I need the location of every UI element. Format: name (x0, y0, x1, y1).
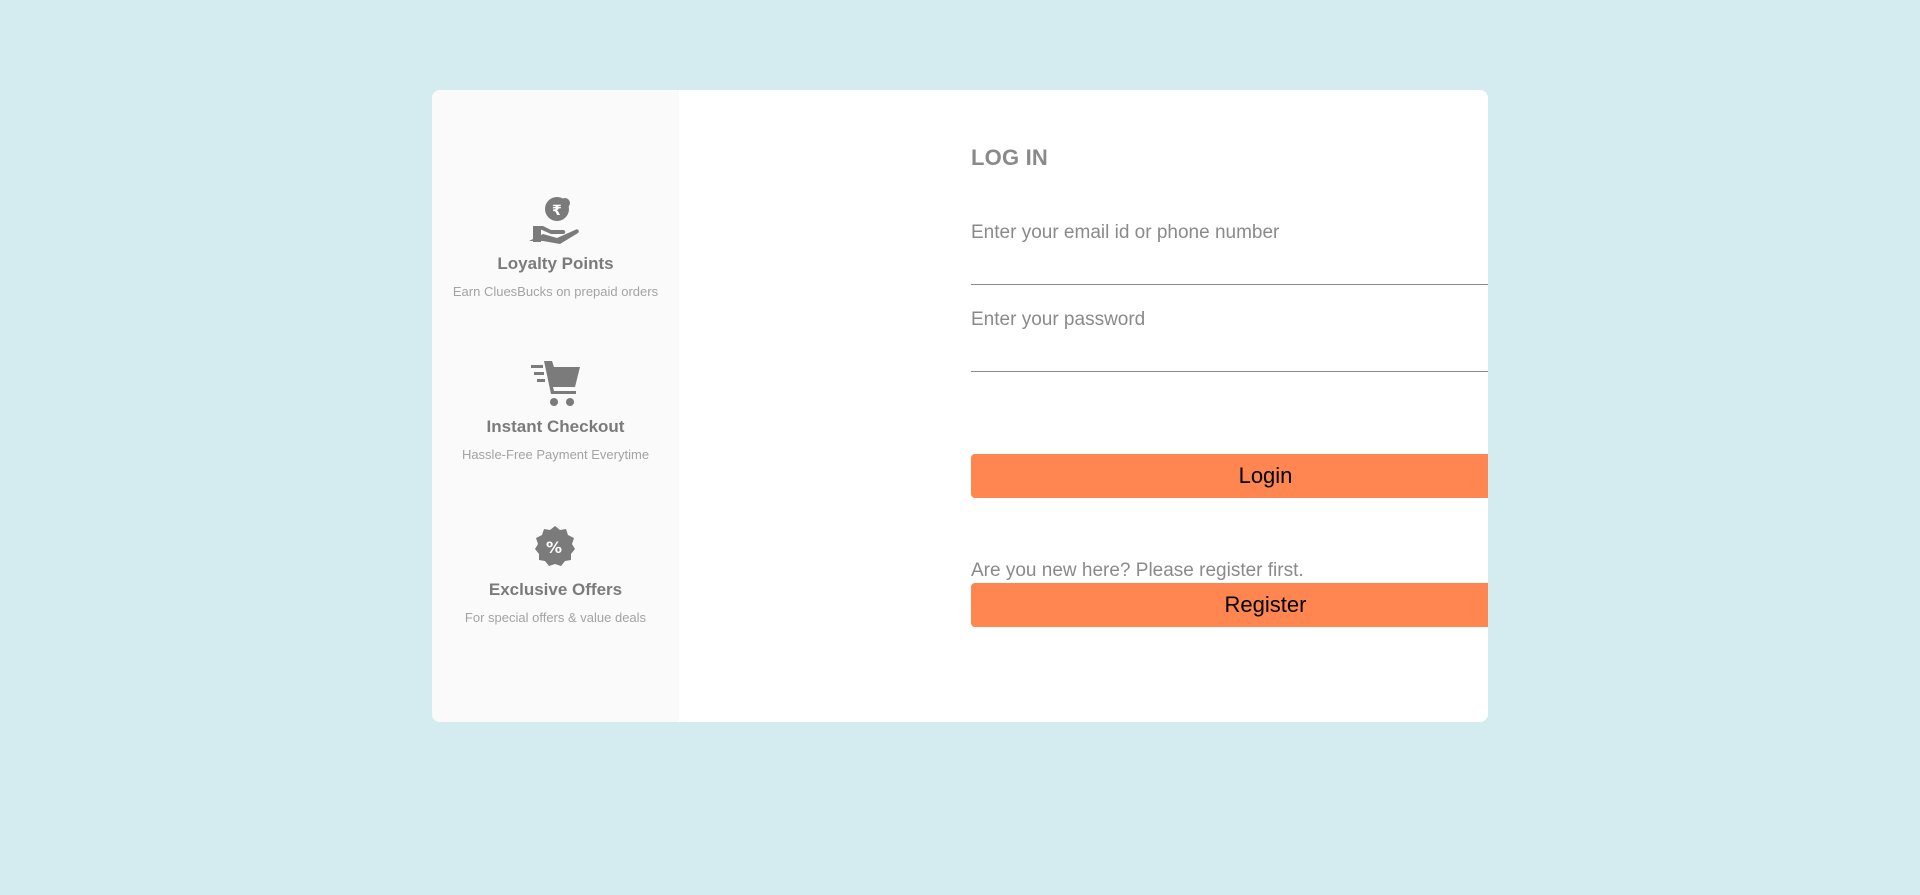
benefit-description: For special offers & value deals (464, 610, 647, 625)
register-button[interactable]: Register (971, 583, 1488, 627)
login-card: ₹ Loyalty Points Earn CluesBucks on prep… (432, 90, 1488, 722)
shopping-cart-icon (530, 357, 582, 409)
benefit-title: Exclusive Offers (488, 580, 623, 599)
benefit-title: Loyalty Points (497, 254, 614, 273)
benefit-description: Earn CluesBucks on prepaid orders (452, 284, 659, 299)
login-form: LOG IN Enter your email id or phone numb… (679, 90, 1488, 722)
page-title: LOG IN (971, 145, 1048, 170)
benefit-loyalty-points: ₹ Loyalty Points Earn CluesBucks on prep… (453, 194, 658, 357)
benefit-description: Hassle-Free Payment Everytime (461, 447, 650, 462)
benefit-instant-checkout: Instant Checkout Hassle-Free Payment Eve… (462, 357, 649, 520)
rupee-hand-icon: ₹ (529, 194, 581, 246)
password-label: Enter your password (971, 309, 1146, 330)
email-field[interactable] (971, 250, 1488, 285)
discount-badge-icon: % (529, 520, 581, 572)
benefit-exclusive-offers: % Exclusive Offers For special offers & … (465, 520, 646, 683)
password-field[interactable] (971, 337, 1488, 372)
svg-text:₹: ₹ (552, 203, 562, 219)
svg-text:%: % (546, 538, 562, 557)
register-prompt: Are you new here? Please register first. (971, 560, 1304, 581)
email-label: Enter your email id or phone number (971, 222, 1280, 243)
benefit-title: Instant Checkout (486, 417, 625, 436)
benefits-sidebar: ₹ Loyalty Points Earn CluesBucks on prep… (432, 90, 679, 722)
login-button[interactable]: Login (971, 454, 1488, 498)
